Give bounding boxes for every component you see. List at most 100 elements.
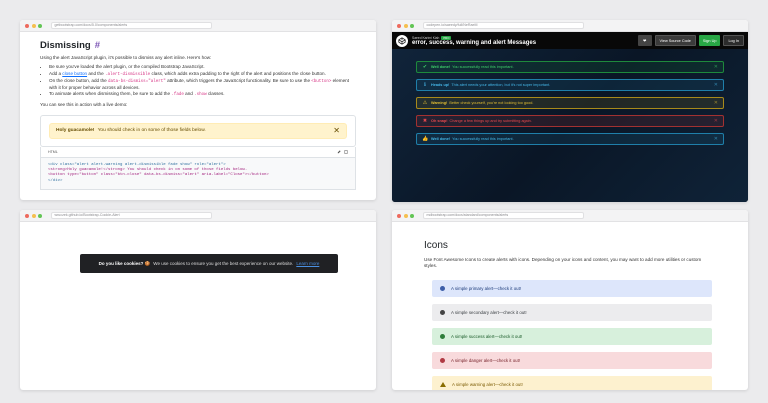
mdb-docs-window: mdbootstrap.com/docs/standard/components… (392, 210, 748, 390)
alert-text: You successfully read this important. (452, 137, 514, 141)
times-circle-icon (440, 357, 445, 363)
error-alert: ✖ Oh snap! Change a few things up and try… (416, 115, 724, 127)
minimize-window-dot[interactable] (31, 213, 36, 218)
address-bar[interactable]: mdbootstrap.com/docs/standard/components… (422, 212, 584, 219)
warning-alert: ⚠ Warning! Better check yourself, you're … (416, 97, 724, 109)
view-source-button[interactable]: View Source Code (654, 35, 696, 46)
error-icon: ✖ (422, 118, 428, 124)
list-item-text: Add a (49, 70, 63, 76)
minimize-window-dot[interactable] (31, 23, 36, 28)
log-in-button[interactable]: Log In (723, 35, 744, 46)
alert-text: Change a few things up and try submittin… (449, 119, 532, 123)
success-alert: ✔ Well done! You successfully read this i… (416, 61, 724, 73)
codepen-logo-icon[interactable] (396, 34, 408, 47)
thumbs-up-alert: 👍 Well done! You successfully read this i… (416, 133, 724, 145)
address-bar[interactable]: wruczek.github.io/Bootstrap-Cookie-Alert (50, 212, 212, 219)
sign-up-button[interactable]: Sign Up (698, 35, 721, 46)
maximize-window-dot[interactable] (38, 213, 42, 218)
close-window-dot[interactable] (397, 213, 401, 218)
list-item: On the close button, add the data-bs-dis… (49, 78, 356, 91)
alert-text: You successfully read this important. (452, 65, 514, 69)
code-line: </div> (48, 178, 63, 183)
list-item-text: attribute, which triggers the JavaScript… (165, 77, 312, 83)
cookie-text: We use cookies to ensure you get the bes… (153, 261, 294, 266)
heart-icon[interactable]: ❤ (637, 35, 652, 46)
check-circle-icon (440, 333, 445, 339)
codepen-window: codepen.io/saeedy/full/NeRaeM Saeed Kari… (392, 20, 748, 202)
window-titlebar: codepen.io/saeedy/full/NeRaeM (392, 20, 748, 32)
anchor-link[interactable]: # (95, 40, 100, 51)
close-icon[interactable]: ✕ (714, 82, 718, 88)
warning-alert: A simple warning alert—check it out! (432, 375, 712, 390)
warning-icon: ⚠ (422, 100, 428, 106)
address-bar[interactable]: getbootstrap.com/docs/5.0/components/ale… (50, 22, 212, 29)
learn-more-link[interactable]: Learn more (296, 261, 319, 266)
alert-text: A simple success alert—check it out! (451, 333, 523, 339)
alert-strong: Heads up! (431, 83, 450, 87)
section-title: Dismissing # (40, 40, 356, 51)
alert-text: Better check yourself, you're not lookin… (449, 101, 534, 105)
inline-code: .alert-dismissible (104, 72, 151, 77)
maximize-window-dot[interactable] (410, 213, 414, 218)
list-item-text: classes. (206, 91, 225, 97)
close-window-dot[interactable] (397, 23, 401, 28)
alert-text: A simple primary alert—check it out! (451, 285, 522, 291)
section-description: Use Font Awesome Icons to create alerts … (424, 257, 702, 269)
primary-alert: A simple primary alert—check it out! (432, 279, 712, 297)
check-icon: ✔ (422, 64, 428, 70)
alert-text: This alert needs your attention, but it'… (451, 83, 551, 87)
close-icon[interactable]: ✕ (714, 118, 718, 124)
cookie-alert-window: wruczek.github.io/Bootstrap-Cookie-Alert… (20, 210, 376, 390)
pen-preview: ✔ Well done! You successfully read this i… (392, 49, 748, 202)
address-bar[interactable]: codepen.io/saeedy/full/NeRaeM (422, 22, 584, 29)
list-item: Add a close button and the .alert-dismis… (49, 71, 356, 78)
inline-code: .fade (171, 93, 184, 98)
close-button-link[interactable]: close button (62, 71, 87, 76)
edit-icon[interactable] (337, 150, 341, 154)
alert-text: A simple warning alert—check it out! (452, 381, 523, 387)
cookie-question: Do you like cookies? 🍪 (98, 260, 151, 266)
alert-strong: Well done! (431, 137, 451, 141)
alert-strong: Oh snap! (431, 119, 448, 123)
close-window-dot[interactable] (25, 213, 29, 218)
list-item-text: To animate alerts when dismissing them, … (49, 91, 172, 97)
alert-strong: Well done! (431, 65, 451, 69)
close-icon[interactable]: ✕ (333, 126, 340, 135)
section-title: Icons (424, 240, 448, 251)
info-circle-icon (440, 285, 445, 291)
alert-strong: Holy guacamole! (56, 128, 95, 134)
tab-html[interactable]: HTML (48, 150, 58, 154)
minimize-window-dot[interactable] (403, 213, 408, 218)
close-icon[interactable]: ✕ (714, 100, 718, 106)
alert-text: A simple danger alert—check it out! (451, 357, 521, 363)
window-titlebar: getbootstrap.com/docs/5.0/components/ale… (20, 20, 376, 32)
pen-title: error, success, warning and alert Messag… (412, 39, 537, 46)
code-actions (337, 149, 348, 154)
pen-info: Saeed Karimi Kiah PRO error, success, war… (412, 35, 537, 46)
alert-text: A simple secondary alert—check it out! (451, 309, 527, 315)
info-alert: ℹ Heads up! This alert needs your attenti… (416, 79, 724, 91)
alert-text: You should check in on some of those fie… (97, 128, 206, 134)
header-actions: ❤ View Source Code Sign Up Log In (637, 35, 744, 46)
live-demo-box: Holy guacamole! You should check in on s… (40, 114, 356, 147)
maximize-window-dot[interactable] (38, 23, 42, 28)
alert-strong: Warning! (431, 101, 448, 105)
minimize-window-dot[interactable] (403, 23, 408, 28)
close-icon[interactable]: ✕ (714, 64, 718, 70)
close-window-dot[interactable] (25, 23, 29, 28)
code-tab-bar: HTML (40, 146, 356, 158)
demo-intro-text: You can see this in action with a live d… (40, 102, 128, 108)
info-icon: ℹ (424, 82, 426, 88)
window-titlebar: mdbootstrap.com/docs/standard/components… (392, 210, 748, 222)
cookie-banner: Do you like cookies? 🍪 We use cookies to… (80, 254, 338, 273)
thumbs-up-icon: 👍 (422, 136, 429, 142)
danger-alert: A simple danger alert—check it out! (432, 351, 712, 369)
alert-message: Holy guacamole! You should check in on s… (56, 128, 206, 133)
close-icon[interactable]: ✕ (714, 136, 718, 142)
list-item-text: and the (87, 70, 105, 76)
inline-code: data-bs-dismiss="alert" (108, 79, 166, 84)
inline-code: <button> (311, 79, 332, 84)
copy-icon[interactable] (344, 149, 348, 154)
bootstrap-docs-window: getbootstrap.com/docs/5.0/components/ale… (20, 20, 376, 200)
maximize-window-dot[interactable] (410, 23, 414, 28)
